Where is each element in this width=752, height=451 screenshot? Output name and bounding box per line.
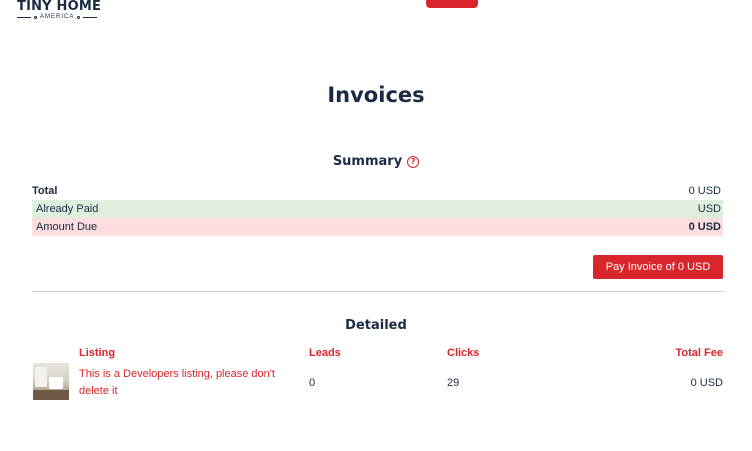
column-header-listing: Listing [79, 347, 116, 359]
summary-heading: Summary ? [0, 154, 752, 169]
detailed-heading: Detailed [345, 318, 407, 333]
logo-dot-left [34, 15, 37, 19]
column-header-leads: Leads [309, 347, 341, 359]
summary-row-already-paid: Already Paid USD [32, 200, 723, 218]
logo-dot-right [77, 15, 81, 19]
amount-due-label: Amount Due [36, 221, 98, 233]
column-header-total-fee: Total Fee [675, 347, 723, 359]
summary-title: Summary [332, 154, 403, 169]
pay-invoice-button[interactable]: Pay Invoice of 0 USD [593, 255, 723, 279]
summary-table: Total 0 USD Already Paid USD Amount Due … [32, 182, 723, 236]
header-action-button[interactable] [426, 0, 478, 8]
summary-row-total: Total 0 USD [32, 182, 723, 200]
total-label: Total [32, 185, 58, 197]
logo-line-right [83, 16, 98, 18]
section-divider [32, 291, 723, 292]
page-title: Invoices [327, 83, 425, 107]
logo-subtitle-row: AMERICA [17, 14, 101, 20]
total-fee-value: 0 USD [690, 377, 723, 389]
logo-subtitle: AMERICA [40, 14, 75, 20]
leads-value: 0 [309, 377, 316, 389]
already-paid-label: Already Paid [36, 203, 99, 215]
total-value: 0 USD [688, 185, 721, 197]
listing-thumbnail[interactable] [33, 363, 69, 400]
logo-title: TINY HOME [17, 0, 102, 14]
summary-row-amount-due: Amount Due 0 USD [32, 218, 723, 236]
site-logo[interactable]: TINY HOME AMERICA [17, 0, 101, 20]
question-help-icon[interactable]: ? [407, 155, 420, 168]
listing-link[interactable]: This is a Developers listing, please don… [79, 366, 299, 400]
amount-due-value: 0 USD [688, 221, 721, 233]
already-paid-value: USD [697, 203, 721, 215]
clicks-value: 29 [447, 377, 460, 389]
logo-line-left [17, 16, 31, 18]
column-header-clicks: Clicks [447, 347, 480, 359]
